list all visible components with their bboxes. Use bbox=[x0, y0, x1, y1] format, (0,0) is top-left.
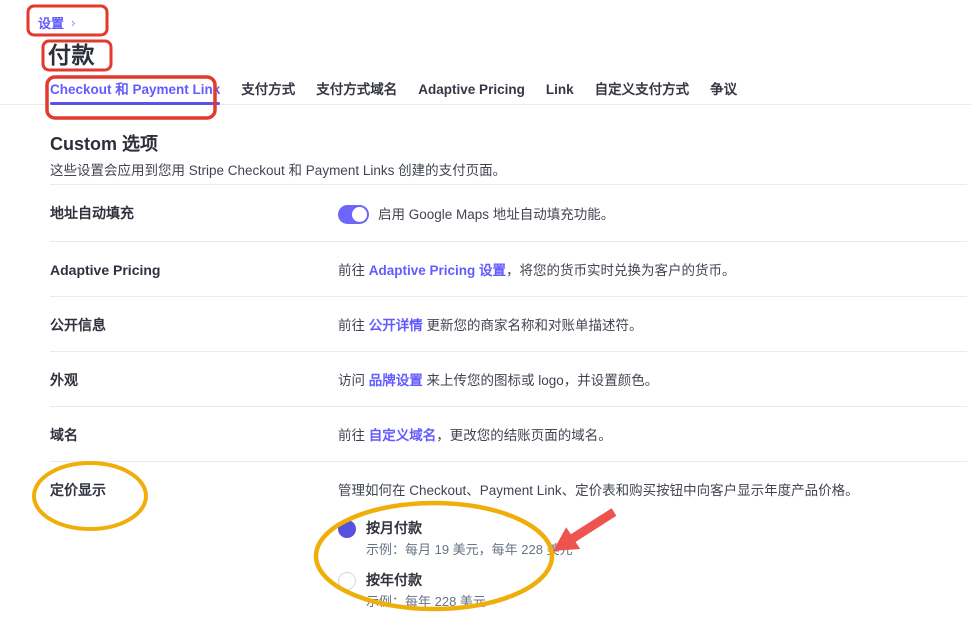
tab-payment-method-domains[interactable]: 支付方式域名 bbox=[316, 78, 397, 104]
row-domain: 域名 前往 自定义域名，更改您的结账页面的域名。 bbox=[50, 406, 967, 461]
row-description: 访问 品牌设置 来上传您的图标或 logo，并设置颜色。 bbox=[338, 372, 658, 389]
tab-disputes[interactable]: 争议 bbox=[710, 78, 737, 104]
row-description: 前往 自定义域名，更改您的结账页面的域名。 bbox=[338, 427, 612, 444]
row-label: 域名 bbox=[50, 427, 338, 444]
section-title: Custom 选项 bbox=[50, 130, 158, 156]
row-description: 前往 Adaptive Pricing 设置，将您的货币实时兑换为客户的货币。 bbox=[338, 262, 736, 279]
adaptive-pricing-settings-link[interactable]: Adaptive Pricing 设置 bbox=[369, 263, 506, 278]
text-segment: ，更改您的结账页面的域名。 bbox=[436, 428, 612, 443]
breadcrumb[interactable]: 设置 › bbox=[38, 13, 75, 32]
row-adaptive-pricing: Adaptive Pricing 前往 Adaptive Pricing 设置，… bbox=[50, 241, 967, 296]
tab-custom-payment-methods[interactable]: 自定义支付方式 bbox=[595, 78, 690, 104]
row-label: 外观 bbox=[50, 372, 338, 389]
radio-label: 按年付款 bbox=[366, 572, 486, 589]
payments-settings-page: 设置 › 付款 Checkout 和 Payment Link 支付方式 支付方… bbox=[0, 0, 971, 620]
tab-link[interactable]: Link bbox=[546, 78, 574, 104]
radio-yearly[interactable] bbox=[338, 572, 356, 590]
text-segment: 前往 bbox=[338, 263, 369, 278]
custom-domain-link[interactable]: 自定义域名 bbox=[369, 428, 437, 443]
radio-example: 示例：每年 228 美元 bbox=[366, 594, 486, 609]
tab-payment-methods[interactable]: 支付方式 bbox=[241, 78, 295, 104]
text-segment: 来上传您的图标或 logo，并设置颜色。 bbox=[423, 373, 659, 388]
row-description: 前往 公开详情 更新您的商家名称和对账单描述符。 bbox=[338, 317, 643, 334]
radio-label: 按月付款 bbox=[366, 520, 573, 537]
page-title: 付款 bbox=[48, 36, 95, 70]
tab-bar: Checkout 和 Payment Link 支付方式 支付方式域名 Adap… bbox=[0, 78, 971, 105]
tab-adaptive-pricing[interactable]: Adaptive Pricing bbox=[418, 78, 525, 104]
row-label: 公开信息 bbox=[50, 317, 338, 334]
pricing-display-radio-group: 按月付款 示例：每月 19 美元，每年 228 美元 按年付款 示例：每年 22… bbox=[338, 520, 859, 609]
section-subtitle: 这些设置会应用到您用 Stripe Checkout 和 Payment Lin… bbox=[50, 159, 506, 179]
text-segment: 前往 bbox=[338, 318, 369, 333]
text-segment: 访问 bbox=[338, 373, 369, 388]
text-segment: 更新您的商家名称和对账单描述符。 bbox=[423, 318, 643, 333]
row-label: 定价显示 bbox=[50, 482, 338, 620]
settings-rows: 地址自动填充 启用 Google Maps 地址自动填充功能。 Adaptive… bbox=[50, 184, 967, 620]
row-pricing-display: 定价显示 管理如何在 Checkout、Payment Link、定价表和购买按… bbox=[50, 461, 967, 620]
row-label: 地址自动填充 bbox=[50, 205, 338, 224]
branding-settings-link[interactable]: 品牌设置 bbox=[369, 373, 423, 388]
row-address-autocomplete: 地址自动填充 启用 Google Maps 地址自动填充功能。 bbox=[50, 184, 967, 241]
radio-example: 示例：每月 19 美元，每年 228 美元 bbox=[366, 542, 573, 557]
radio-option-yearly[interactable]: 按年付款 示例：每年 228 美元 bbox=[338, 572, 859, 609]
public-details-link[interactable]: 公开详情 bbox=[369, 318, 423, 333]
row-public-info: 公开信息 前往 公开详情 更新您的商家名称和对账单描述符。 bbox=[50, 296, 967, 351]
toggle-description: 启用 Google Maps 地址自动填充功能。 bbox=[378, 206, 614, 223]
chevron-right-icon: › bbox=[71, 15, 75, 30]
tab-checkout-payment-link[interactable]: Checkout 和 Payment Link bbox=[50, 78, 220, 104]
pricing-display-description: 管理如何在 Checkout、Payment Link、定价表和购买按钮中向客户… bbox=[338, 482, 859, 499]
breadcrumb-settings-link[interactable]: 设置 bbox=[38, 13, 64, 32]
radio-monthly[interactable] bbox=[338, 520, 356, 538]
text-segment: 前往 bbox=[338, 428, 369, 443]
row-label: Adaptive Pricing bbox=[50, 262, 338, 279]
radio-option-monthly[interactable]: 按月付款 示例：每月 19 美元，每年 228 美元 bbox=[338, 520, 859, 557]
row-appearance: 外观 访问 品牌设置 来上传您的图标或 logo，并设置颜色。 bbox=[50, 351, 967, 406]
address-autocomplete-toggle[interactable] bbox=[338, 205, 369, 224]
text-segment: ，将您的货币实时兑换为客户的货币。 bbox=[506, 263, 736, 278]
